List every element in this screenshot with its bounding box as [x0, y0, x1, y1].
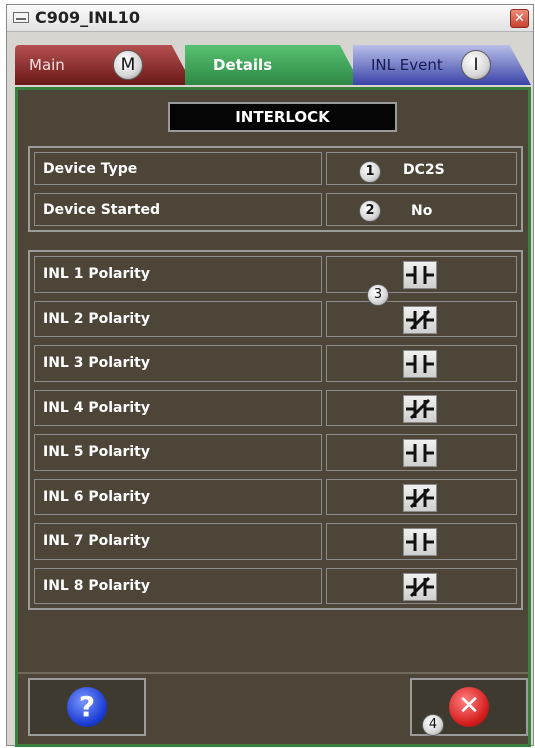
polarity-row: INL 6 Polarity	[30, 475, 521, 520]
polarity-toggle-button[interactable]	[403, 439, 437, 467]
polarity-value-cell	[326, 300, 517, 337]
polarity-value-cell	[326, 567, 517, 604]
polarity-row: INL 8 Polarity	[30, 564, 521, 609]
help-button[interactable]: ?	[28, 678, 146, 736]
normally-open-contact-icon	[406, 533, 434, 551]
polarity-label: INL 5 Polarity	[34, 434, 322, 471]
polarity-label: INL 2 Polarity	[34, 300, 322, 337]
normally-open-contact-icon	[406, 266, 434, 284]
polarity-table: INL 1 Polarity INL 2 Polarity INL 3 Polari…	[28, 250, 523, 610]
device-started-value-cell: 2 No	[326, 193, 517, 226]
normally-open-contact-icon	[406, 444, 434, 462]
polarity-row: INL 1 Polarity	[30, 252, 521, 297]
normally-closed-contact-icon	[406, 487, 434, 508]
help-icon: ?	[67, 687, 107, 727]
device-type-badge: 1	[359, 161, 381, 183]
tab-inl-event-label: INL Event	[371, 56, 443, 74]
device-type-value-cell: 1 DC2S	[326, 152, 517, 185]
polarity-label: INL 6 Polarity	[34, 478, 322, 515]
polarity-toggle-button[interactable]	[403, 305, 437, 334]
device-started-badge: 2	[359, 200, 381, 222]
window-title: C909_INL10	[35, 8, 140, 27]
polarity-row: INL 7 Polarity	[30, 519, 521, 564]
normally-closed-contact-icon	[406, 309, 434, 330]
polarity-value-cell	[326, 523, 517, 560]
polarity-label: INL 1 Polarity	[34, 256, 322, 293]
polarity-row: INL 5 Polarity	[30, 430, 521, 475]
close-button-badge: 4	[422, 714, 444, 736]
info-row-device-started: Device Started 2 No	[30, 189, 521, 230]
polarity-label: INL 7 Polarity	[34, 523, 322, 560]
device-started-value: No	[411, 203, 433, 219]
interlock-window: C909_INL10 ✕ Main M Details INL Event I …	[6, 4, 534, 747]
polarity-row: INL 2 Polarity	[30, 297, 521, 342]
polarity-value-cell	[326, 434, 517, 471]
section-title: INTERLOCK	[168, 102, 397, 132]
polarity-label: INL 8 Polarity	[34, 567, 322, 604]
polarity-value-cell	[326, 478, 517, 515]
info-row-device-type: Device Type 1 DC2S	[30, 148, 521, 189]
tab-details[interactable]: Details	[185, 45, 361, 85]
details-panel: INTERLOCK Device Type 1 DC2S Device Star…	[15, 87, 531, 747]
polarity-toggle-button[interactable]	[403, 572, 437, 601]
polarity-badge: 3	[367, 284, 389, 306]
device-type-value: DC2S	[403, 162, 445, 178]
title-bar[interactable]: C909_INL10 ✕	[7, 5, 533, 32]
tab-main-badge: M	[113, 50, 143, 80]
polarity-label: INL 4 Polarity	[34, 389, 322, 426]
tab-main[interactable]: Main	[15, 45, 193, 85]
polarity-toggle-button[interactable]	[403, 483, 437, 512]
close-icon: ✕	[449, 687, 489, 727]
polarity-label: INL 3 Polarity	[34, 345, 322, 382]
polarity-value-cell	[326, 256, 517, 293]
tab-inl-event[interactable]: INL Event	[353, 45, 531, 85]
polarity-row: INL 3 Polarity	[30, 341, 521, 386]
normally-closed-contact-icon	[406, 576, 434, 597]
polarity-value-cell	[326, 345, 517, 382]
tab-details-label: Details	[213, 56, 273, 74]
window-icon	[13, 12, 29, 23]
polarity-row: INL 4 Polarity	[30, 386, 521, 431]
polarity-value-cell	[326, 389, 517, 426]
polarity-toggle-button[interactable]	[403, 261, 437, 289]
normally-closed-contact-icon	[406, 398, 434, 419]
device-info-table: Device Type 1 DC2S Device Started 2 No	[28, 146, 523, 232]
footer-divider	[18, 672, 528, 674]
polarity-toggle-button[interactable]	[403, 528, 437, 556]
tab-bar: Main M Details INL Event I	[15, 45, 531, 87]
polarity-toggle-button[interactable]	[403, 350, 437, 378]
tab-inl-event-badge: I	[461, 50, 491, 80]
device-type-label: Device Type	[34, 152, 322, 185]
tab-main-label: Main	[29, 56, 65, 74]
device-started-label: Device Started	[34, 193, 322, 226]
normally-open-contact-icon	[406, 355, 434, 373]
polarity-toggle-button[interactable]	[403, 394, 437, 423]
window-close-button[interactable]: ✕	[510, 9, 529, 28]
